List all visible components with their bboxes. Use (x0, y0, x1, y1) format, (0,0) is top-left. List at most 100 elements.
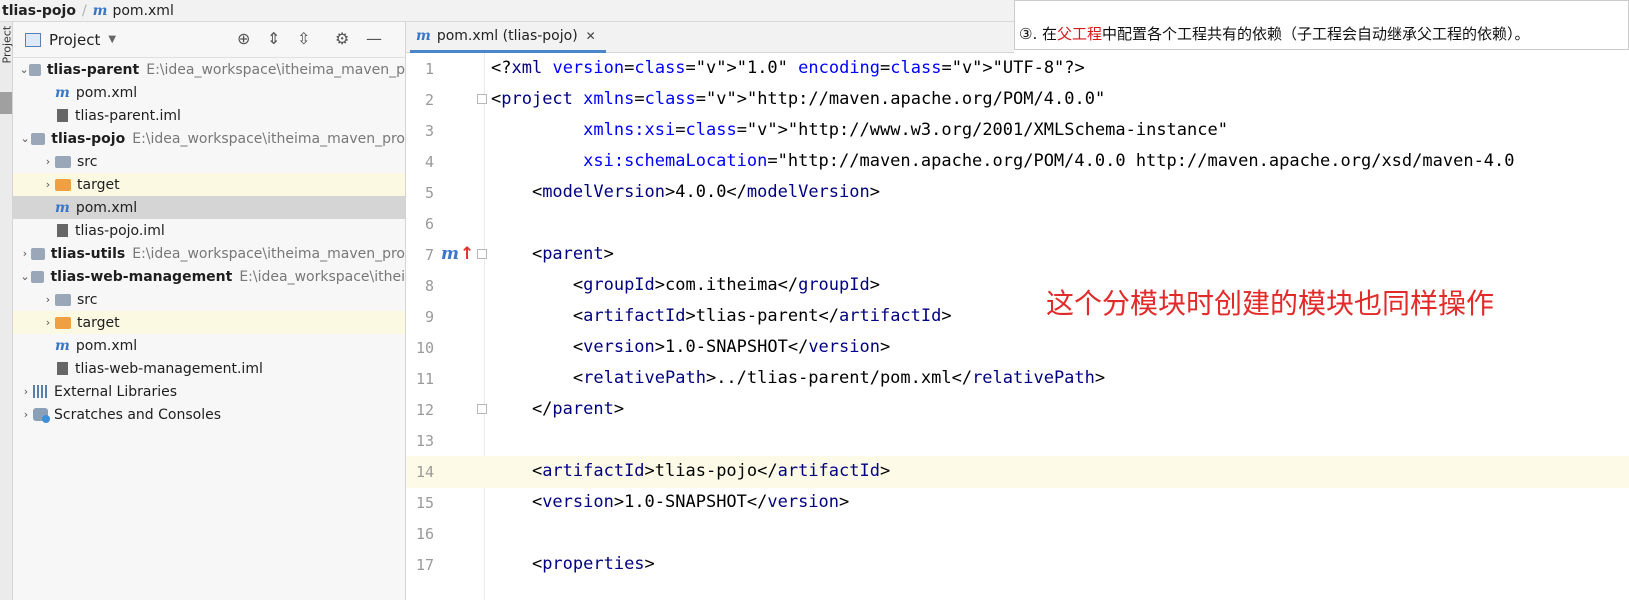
fold-icon[interactable] (477, 94, 487, 104)
module-folder-icon (31, 247, 45, 260)
code-line[interactable]: 16 (406, 518, 1629, 550)
hide-icon[interactable]: — (366, 29, 382, 48)
project-tool-window-button[interactable]: Project (1, 26, 14, 64)
code-line[interactable]: 10 <version>1.0-SNAPSHOT</version> (406, 332, 1629, 364)
line-number: 1 (424, 60, 434, 78)
tree-item-tlias-pojo-iml[interactable]: tlias-pojo.iml (13, 219, 405, 242)
fold-icon[interactable] (477, 404, 487, 414)
code-line[interactable]: 3 xmlns:xsi=class="v">"http://www.w3.org… (406, 115, 1629, 147)
tree-item-target[interactable]: › target (13, 311, 405, 334)
close-icon[interactable]: ✕ (586, 29, 596, 43)
tree-item-src[interactable]: › src (13, 288, 405, 311)
chevron-right-icon[interactable]: › (19, 408, 33, 421)
breadcrumb-project[interactable]: tlias-pojo (2, 3, 76, 19)
tree-item-target[interactable]: › target (13, 173, 405, 196)
tree-item-label: src (77, 291, 98, 308)
line-number: 5 (424, 184, 434, 202)
locate-icon[interactable]: ⊕ (237, 29, 250, 48)
line-number: 8 (424, 277, 434, 295)
tree-item-external-libraries[interactable]: › External Libraries (13, 380, 405, 403)
code-line[interactable]: 7 m↑ <parent> (406, 239, 1629, 271)
code-line[interactable]: 14 <artifactId>tlias-pojo</artifactId> (406, 456, 1629, 488)
chevron-down-icon[interactable]: ⌄ (19, 132, 31, 145)
iml-file-icon (57, 362, 68, 375)
tree-item-tlias-parent[interactable]: ⌄ tlias-parent E:\idea_workspace\itheima_m… (13, 58, 405, 81)
code-line[interactable]: 2 <project xmlns=class="v">"http://maven.… (406, 84, 1629, 116)
instruction-banner: ③. 在父工程中配置各个工程共有的依赖（子工程会自动继承父工程的依赖）。 (1014, 0, 1629, 50)
tree-item-pom-xml[interactable]: m pom.xml (13, 196, 405, 219)
tab-label: pom.xml (tlias-pojo) (436, 28, 578, 44)
library-icon (33, 385, 48, 398)
code-line[interactable]: 1 <?xml version=class="v">"1.0" encoding=… (406, 53, 1629, 85)
tree-item-label: tlias-pojo.iml (75, 222, 165, 239)
project-view-selector[interactable]: Project (49, 31, 100, 49)
code-line[interactable]: 12 </parent> (406, 394, 1629, 426)
iml-file-icon (57, 109, 68, 122)
code-text: <artifactId>tlias-pojo</artifactId> (491, 461, 891, 481)
code-text: <?xml version=class="v">"1.0" encoding=c… (491, 58, 1085, 78)
maven-parent-icon[interactable]: m↑ (441, 244, 474, 264)
code-line[interactable]: 11 <relativePath>../tlias-parent/pom.xml… (406, 363, 1629, 395)
code-line[interactable]: 5 <modelVersion>4.0.0</modelVersion> (406, 177, 1629, 209)
excluded-folder-icon (55, 178, 71, 191)
tree-item-tlias-web-management-iml[interactable]: tlias-web-management.iml (13, 357, 405, 380)
tree-item-tlias-utils[interactable]: › tlias-utils E:\idea_workspace\itheima_ma… (13, 242, 405, 265)
line-number: 9 (424, 308, 434, 326)
chevron-right-icon[interactable]: › (41, 293, 55, 306)
tree-item-label: Scratches and Consoles (54, 406, 221, 423)
code-text: <relativePath>../tlias-parent/pom.xml</r… (491, 368, 1106, 388)
code-text: <modelVersion>4.0.0</modelVersion> (491, 182, 880, 202)
code-text: </parent> (491, 399, 625, 419)
chevron-right-icon[interactable]: › (19, 247, 31, 260)
tree-item-label: target (77, 176, 120, 193)
line-number: 2 (424, 91, 434, 109)
breadcrumb-separator: / (81, 2, 87, 19)
expand-all-icon[interactable]: ⇕ (267, 29, 280, 48)
project-view-icon (25, 32, 41, 47)
code-line[interactable]: 15 <version>1.0-SNAPSHOT</version> (406, 487, 1629, 519)
tree-item-tlias-pojo[interactable]: ⌄ tlias-pojo E:\idea_workspace\itheima_mav… (13, 127, 405, 150)
maven-file-icon: m (55, 337, 70, 354)
collapse-all-icon[interactable]: ⇳ (297, 29, 310, 48)
tree-item-label: pom.xml (75, 84, 138, 101)
code-line[interactable]: 6 (406, 208, 1629, 240)
code-text: xsi:schemaLocation="http://maven.apache.… (583, 151, 1515, 171)
line-number: 14 (415, 463, 434, 481)
tree-item-pom-xml[interactable]: m pom.xml (13, 81, 405, 104)
iml-file-icon (57, 224, 68, 237)
tab-pom-xml[interactable]: m pom.xml (tlias-pojo) ✕ (410, 22, 606, 53)
tree-item-label: tlias-parent (46, 61, 140, 78)
folder-icon (55, 155, 71, 168)
tree-item-scratches-and-consoles[interactable]: › Scratches and Consoles (13, 403, 405, 426)
chevron-right-icon[interactable]: › (41, 316, 55, 329)
line-number: 16 (415, 525, 434, 543)
code-line[interactable]: 13 (406, 425, 1629, 457)
gear-icon[interactable]: ⚙ (335, 29, 349, 48)
chevron-down-icon[interactable]: ▼ (108, 34, 116, 45)
tree-item-tlias-parent-iml[interactable]: tlias-parent.iml (13, 104, 405, 127)
tree-item-src[interactable]: › src (13, 150, 405, 173)
tree-item-label: tlias-web-management (50, 268, 233, 285)
code-text: xmlns:xsi=class="v">"http://www.w3.org/2… (583, 120, 1228, 140)
code-text: <version>1.0-SNAPSHOT</version> (491, 492, 850, 512)
chevron-down-icon[interactable]: ⌄ (19, 63, 29, 76)
code-line[interactable]: 17 <properties> (406, 549, 1629, 581)
chevron-right-icon[interactable]: › (41, 178, 55, 191)
tree-item-tlias-web-management[interactable]: ⌄ tlias-web-management E:\idea_workspace\i… (13, 265, 405, 288)
line-number: 12 (415, 401, 434, 419)
breadcrumb-file[interactable]: pom.xml (112, 3, 173, 19)
scratches-icon (33, 408, 50, 423)
chevron-down-icon[interactable]: ⌄ (19, 270, 31, 283)
fold-icon[interactable] (477, 249, 487, 259)
line-number: 6 (424, 215, 434, 233)
tree-item-path: E:\idea_workspace\ithei (239, 268, 405, 285)
code-editor[interactable]: 1 <?xml version=class="v">"1.0" encoding=… (406, 53, 1629, 600)
editor-tab-bar: m pom.xml (tlias-pojo) ✕ (406, 22, 1014, 53)
tree-item-label: pom.xml (75, 337, 138, 354)
chevron-right-icon[interactable]: › (41, 155, 55, 168)
tree-item-label: pom.xml (75, 199, 138, 216)
chevron-right-icon[interactable]: › (19, 385, 33, 398)
line-number: 11 (415, 370, 434, 388)
code-line[interactable]: 4 xsi:schemaLocation="http://maven.apach… (406, 146, 1629, 178)
tree-item-pom-xml[interactable]: m pom.xml (13, 334, 405, 357)
